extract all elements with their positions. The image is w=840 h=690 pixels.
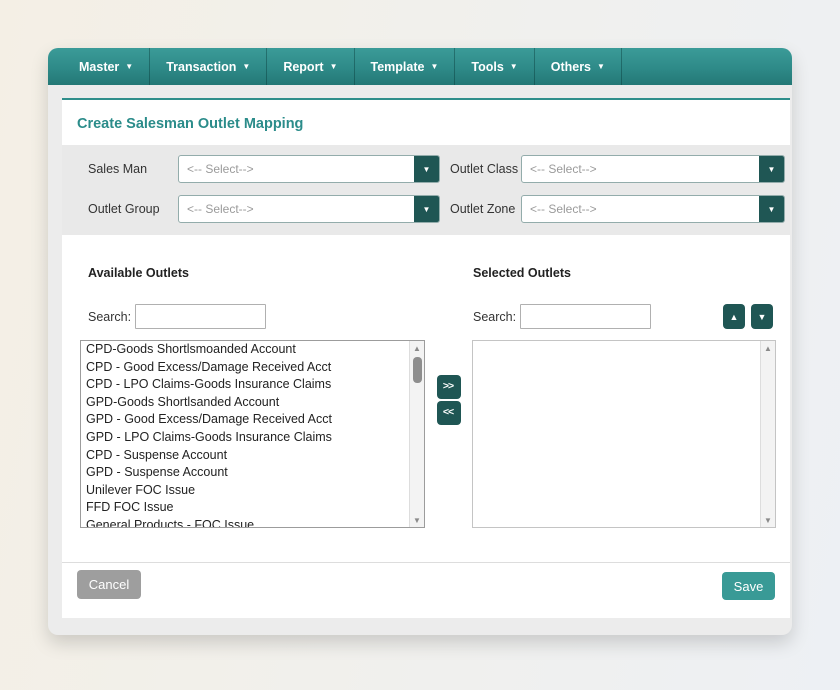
chevron-down-icon: ▼: [597, 63, 605, 71]
menu-report[interactable]: Report ▼: [267, 48, 354, 85]
scrollbar-thumb[interactable]: [413, 357, 422, 383]
filter-form: Sales Man <-- Select--> ▼ Outlet Class <…: [62, 145, 790, 235]
menu-transaction[interactable]: Transaction ▼: [150, 48, 267, 85]
selected-scrollbar[interactable]: ▲ ▼: [760, 341, 775, 527]
menu-template[interactable]: Template ▼: [355, 48, 456, 85]
list-item[interactable]: GPD - Suspense Account: [81, 464, 409, 482]
menu-template-label: Template: [371, 60, 425, 74]
menu-master-label: Master: [79, 60, 119, 74]
outlet-group-label: Outlet Group: [88, 202, 178, 216]
list-item[interactable]: General Products - FOC Issue: [81, 517, 409, 527]
chevron-down-icon[interactable]: ▼: [759, 156, 784, 182]
salesman-label: Sales Man: [88, 162, 178, 176]
outlet-class-select-value: <-- Select-->: [522, 156, 759, 182]
list-item[interactable]: GPD - LPO Claims-Goods Insurance Claims: [81, 429, 409, 447]
move-left-button[interactable]: <<: [437, 401, 461, 425]
chevron-down-icon: ▼: [125, 63, 133, 71]
move-down-button[interactable]: ▼: [751, 304, 773, 329]
list-item[interactable]: GPD - Good Excess/Damage Received Acct: [81, 411, 409, 429]
menu-tools-label: Tools: [471, 60, 503, 74]
page-title: Create Salesman Outlet Mapping: [77, 116, 303, 132]
available-outlets-heading: Available Outlets: [88, 266, 189, 280]
chevron-down-icon[interactable]: ▼: [414, 196, 439, 222]
list-item[interactable]: Unilever FOC Issue: [81, 482, 409, 500]
outlet-class-label: Outlet Class: [450, 162, 521, 176]
salesman-select[interactable]: <-- Select--> ▼: [178, 155, 440, 183]
outlet-zone-label: Outlet Zone: [450, 202, 521, 216]
scroll-down-icon[interactable]: ▼: [761, 513, 775, 527]
outlet-zone-select-value: <-- Select-->: [522, 196, 759, 222]
list-item[interactable]: CPD-Goods Shortlsmoanded Account: [81, 341, 409, 359]
cancel-button[interactable]: Cancel: [77, 570, 141, 599]
available-scrollbar[interactable]: ▲ ▼: [409, 341, 424, 527]
list-item[interactable]: GPD-Goods Shortlsanded Account: [81, 394, 409, 412]
move-right-button[interactable]: >>: [437, 375, 461, 399]
list-item[interactable]: FFD FOC Issue: [81, 499, 409, 517]
selected-search-input[interactable]: [520, 304, 651, 329]
selected-outlets-heading: Selected Outlets: [473, 266, 571, 280]
outlet-group-select[interactable]: <-- Select--> ▼: [178, 195, 440, 223]
scroll-up-icon[interactable]: ▲: [761, 341, 775, 355]
available-search-input[interactable]: [135, 304, 266, 329]
scroll-down-icon[interactable]: ▼: [410, 513, 424, 527]
available-outlets-listbox[interactable]: CPD-Goods Shortlsmoanded AccountCPD - Go…: [80, 340, 425, 528]
menu-tools[interactable]: Tools ▼: [455, 48, 534, 85]
main-window: Master ▼ Transaction ▼ Report ▼ Template…: [48, 48, 792, 635]
available-outlets-list: CPD-Goods Shortlsmoanded AccountCPD - Go…: [81, 341, 409, 527]
selected-outlets-listbox[interactable]: ▲ ▼: [472, 340, 776, 528]
list-item[interactable]: CPD - Good Excess/Damage Received Acct: [81, 359, 409, 377]
selected-search-label: Search:: [473, 310, 516, 324]
available-search-label: Search:: [88, 310, 131, 324]
outlet-class-select[interactable]: <-- Select--> ▼: [521, 155, 785, 183]
move-up-button[interactable]: ▲: [723, 304, 745, 329]
salesman-select-value: <-- Select-->: [179, 156, 414, 182]
chevron-down-icon: ▼: [510, 63, 518, 71]
chevron-down-icon: ▼: [430, 63, 438, 71]
list-item[interactable]: CPD - Suspense Account: [81, 447, 409, 465]
menu-others-label: Others: [551, 60, 591, 74]
save-button[interactable]: Save: [722, 572, 775, 600]
chevron-down-icon[interactable]: ▼: [414, 156, 439, 182]
content-panel: Create Salesman Outlet Mapping Sales Man…: [62, 98, 790, 618]
outlet-zone-select[interactable]: <-- Select--> ▼: [521, 195, 785, 223]
menu-others[interactable]: Others ▼: [535, 48, 622, 85]
outlet-group-select-value: <-- Select-->: [179, 196, 414, 222]
menu-report-label: Report: [283, 60, 323, 74]
menu-transaction-label: Transaction: [166, 60, 236, 74]
footer-divider: [62, 562, 790, 563]
list-item[interactable]: CPD - LPO Claims-Goods Insurance Claims: [81, 376, 409, 394]
main-menu-bar: Master ▼ Transaction ▼ Report ▼ Template…: [48, 48, 792, 85]
selected-outlets-list: [473, 341, 760, 527]
chevron-down-icon: ▼: [242, 63, 250, 71]
chevron-down-icon: ▼: [330, 63, 338, 71]
chevron-down-icon[interactable]: ▼: [759, 196, 784, 222]
scroll-up-icon[interactable]: ▲: [410, 341, 424, 355]
menu-master[interactable]: Master ▼: [63, 48, 150, 85]
